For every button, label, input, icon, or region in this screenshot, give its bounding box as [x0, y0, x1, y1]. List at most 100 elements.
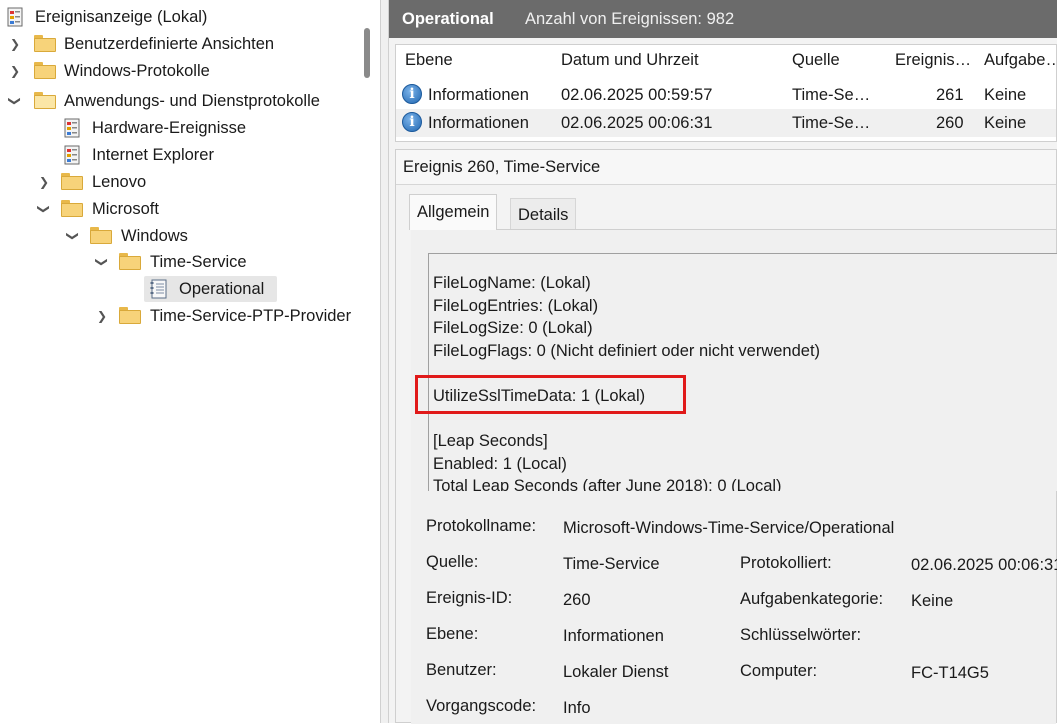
opcode-value: Info: [563, 699, 591, 717]
navigation-tree: Ereignisanzeige (Lokal) ❯ Benutzerdefini…: [0, 0, 375, 723]
folder-icon: [61, 173, 83, 190]
table-row[interactable]: i Informationen 02.06.2025 00:59:57 Time…: [396, 81, 1056, 109]
level-label: Ebene:: [426, 625, 479, 643]
tree-item-label: Lenovo: [92, 173, 147, 191]
cell-level: Informationen: [428, 86, 529, 104]
custom-views-folder-icon: [34, 35, 56, 52]
description-line: [Leap Seconds]: [433, 432, 548, 450]
chevron-right-icon[interactable]: ❯: [8, 32, 22, 56]
cell-task: Keine: [984, 86, 1027, 104]
column-header-level[interactable]: Ebene: [405, 51, 453, 70]
app-logs-folder-icon: [34, 92, 56, 109]
column-header-task[interactable]: Aufgabe…: [984, 51, 1056, 70]
table-row[interactable]: i Informationen 02.06.2025 00:06:31 Time…: [396, 109, 1056, 137]
chevron-right-icon[interactable]: ❯: [95, 304, 109, 328]
chevron-down-icon[interactable]: ❯: [32, 202, 56, 216]
description-line: FileLogName: (Lokal): [433, 274, 591, 292]
event-viewer-icon: [7, 7, 23, 27]
cell-level: Informationen: [428, 114, 529, 132]
tree-root[interactable]: Ereignisanzeige (Lokal): [0, 5, 360, 29]
cell-date: 02.06.2025 00:06:31: [561, 114, 713, 132]
opcode-label: Vorgangscode:: [426, 697, 537, 715]
event-id-value: 260: [563, 591, 591, 609]
folder-icon: [119, 253, 141, 270]
tree-item-label: Windows-Protokolle: [64, 62, 210, 80]
computer-label: Computer:: [740, 662, 818, 680]
column-header-source[interactable]: Quelle: [792, 51, 840, 70]
tab-general-content: FileLogName: (Lokal) FileLogEntries: (Lo…: [411, 229, 1057, 724]
source-label: Quelle:: [426, 553, 479, 571]
folder-icon: [61, 200, 83, 217]
tree-item-label: Microsoft: [92, 200, 159, 218]
description-line: FileLogSize: 0 (Lokal): [433, 319, 593, 337]
chevron-right-icon[interactable]: ❯: [8, 59, 22, 83]
chevron-down-icon[interactable]: ❯: [3, 94, 27, 108]
cell-date: 02.06.2025 00:59:57: [561, 86, 713, 104]
log-icon: [150, 279, 167, 299]
event-detail-pane: Ereignis 260, Time-Service Allgemein Det…: [395, 149, 1057, 724]
level-value: Informationen: [563, 627, 664, 645]
source-value: Time-Service: [563, 555, 660, 573]
folder-icon: [90, 227, 112, 244]
chevron-right-icon[interactable]: ❯: [37, 170, 51, 194]
detail-title: Ereignis 260, Time-Service: [403, 158, 601, 176]
tab-details[interactable]: Details: [510, 198, 577, 230]
cell-source: Time-Se…: [792, 114, 871, 132]
cell-source: Time-Se…: [792, 86, 871, 104]
description-line: FileLogEntries: (Lokal): [433, 297, 599, 315]
tree-item-label: Operational: [179, 280, 265, 298]
log-title: Operational: [402, 10, 494, 28]
tree-item-windows[interactable]: ❯ Windows: [0, 224, 360, 248]
event-description[interactable]: FileLogName: (Lokal) FileLogEntries: (Lo…: [428, 253, 1057, 491]
tree-item-label: Benutzerdefinierte Ansichten: [64, 35, 275, 53]
tree-item-internet-explorer[interactable]: Internet Explorer: [0, 143, 360, 167]
task-category-label: Aufgabenkategorie:: [740, 590, 884, 608]
tree-item-operational[interactable]: Operational: [0, 277, 360, 301]
tree-item-time-service-ptp-provider[interactable]: ❯ Time-Service-PTP-Provider: [0, 304, 360, 328]
tree-item-custom-views[interactable]: ❯ Benutzerdefinierte Ansichten: [0, 32, 360, 56]
annotation-highlight-box: [415, 375, 686, 414]
events-table: Ebene Datum und Uhrzeit Quelle Ereignis……: [395, 44, 1057, 142]
tree-item-microsoft[interactable]: ❯ Microsoft: [0, 197, 360, 221]
tree-item-label: Time-Service-PTP-Provider: [150, 307, 352, 325]
event-id-label: Ereignis-ID:: [426, 589, 513, 607]
log-header-bar: Operational Anzahl von Ereignissen: 982: [389, 0, 1057, 38]
logged-value: 02.06.2025 00:06:31: [911, 556, 1057, 574]
task-category-value: Keine: [911, 592, 954, 610]
tree-item-label: Windows: [121, 227, 188, 245]
user-label: Benutzer:: [426, 661, 497, 679]
info-icon: i: [402, 112, 422, 132]
tree-item-label: Time-Service: [150, 253, 247, 271]
folder-icon: [119, 307, 141, 324]
info-icon: i: [402, 84, 422, 104]
column-header-date[interactable]: Datum und Uhrzeit: [561, 51, 699, 70]
detail-title-bar: Ereignis 260, Time-Service: [396, 150, 1056, 185]
pane-splitter[interactable]: [380, 0, 389, 723]
logged-label: Protokolliert:: [740, 554, 832, 572]
tab-general[interactable]: Allgemein: [409, 194, 498, 230]
tree-item-lenovo[interactable]: ❯ Lenovo: [0, 170, 360, 194]
chevron-down-icon[interactable]: ❯: [90, 255, 114, 269]
cell-task: Keine: [984, 114, 1027, 132]
tree-item-hardware-events[interactable]: Hardware-Ereignisse: [0, 116, 360, 140]
event-count: Anzahl von Ereignissen: 982: [525, 10, 735, 28]
log-name-label: Protokollname:: [426, 517, 537, 535]
tree-item-label: Anwendungs- und Dienstprotokolle: [64, 92, 320, 110]
description-line: Total Leap Seconds (after June 2018): 0 …: [433, 477, 782, 491]
log-icon: [64, 145, 80, 165]
tree-scrollbar-thumb[interactable]: [364, 28, 370, 78]
tree-item-label: Hardware-Ereignisse: [92, 119, 247, 137]
tree-item-label: Internet Explorer: [92, 146, 214, 164]
tree-item-time-service[interactable]: ❯ Time-Service: [0, 250, 360, 274]
log-icon: [64, 118, 80, 138]
chevron-down-icon[interactable]: ❯: [61, 229, 85, 243]
user-value: Lokaler Dienst: [563, 663, 669, 681]
tree-item-windows-logs[interactable]: ❯ Windows-Protokolle: [0, 59, 360, 83]
cell-event-id: 261: [936, 86, 964, 104]
description-line: Enabled: 1 (Local): [433, 455, 567, 473]
tree-item-app-service-logs[interactable]: ❯ Anwendungs- und Dienstprotokolle: [0, 89, 360, 113]
cell-event-id: 260: [936, 114, 964, 132]
computer-value: FC-T14G5: [911, 664, 989, 682]
tree-root-label: Ereignisanzeige (Lokal): [35, 8, 208, 26]
column-header-event-id[interactable]: Ereignis…: [895, 51, 971, 70]
